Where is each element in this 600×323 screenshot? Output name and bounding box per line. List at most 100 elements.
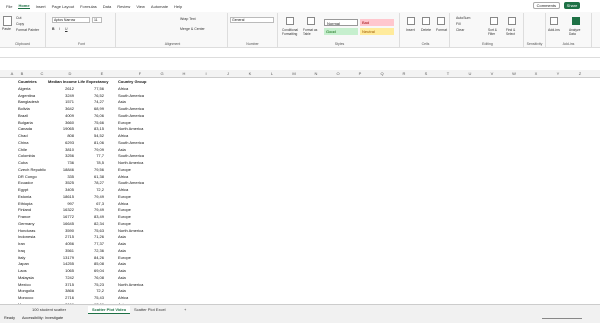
underline-button[interactable]: U	[65, 27, 68, 31]
italic-button[interactable]: I	[59, 27, 60, 31]
menu-page-layout[interactable]: Page Layout	[52, 4, 74, 9]
sheet-tab[interactable]: Scatter Plot Excel	[130, 306, 170, 314]
cut-button[interactable]: Cut	[16, 16, 21, 20]
status-bar: Ready Accessibility: Investigate	[0, 314, 600, 323]
style-good[interactable]: Good	[324, 28, 358, 35]
editing-group: AutoSum Fill Clear Sort & Filter Find & …	[452, 13, 524, 47]
font-size-select[interactable]: 11	[92, 17, 102, 23]
format-as-table-label[interactable]: Format as Table	[303, 28, 321, 36]
autosum-button[interactable]: AutoSum	[456, 16, 470, 20]
column-header[interactable]: U	[460, 70, 480, 78]
menu-file[interactable]: File	[6, 4, 12, 9]
styles-group-label: Styles	[334, 42, 345, 46]
column-header[interactable]: B	[12, 70, 32, 78]
alignment-group-label: Alignment	[164, 42, 181, 46]
accessibility-status[interactable]: Accessibility: Investigate	[22, 314, 63, 323]
fill-button[interactable]: Fill	[456, 22, 460, 26]
column-header[interactable]: I	[196, 70, 216, 78]
column-header[interactable]: N	[306, 70, 326, 78]
cells-group: Insert Delete Format Cells	[402, 13, 450, 47]
sheet-tab[interactable]: 100 student scatter	[28, 306, 70, 314]
format-as-table-icon[interactable]	[307, 17, 315, 25]
editing-group-label: Editing	[482, 42, 493, 46]
column-header[interactable]: Q	[372, 70, 392, 78]
merge-center-button[interactable]: Merge & Center	[180, 27, 205, 31]
column-header[interactable]: H	[174, 70, 194, 78]
comments-button[interactable]: Comments	[532, 2, 560, 9]
add-sheet-button[interactable]: +	[180, 306, 190, 314]
alignment-group: Wrap Text Merge & Center Alignment	[118, 13, 228, 47]
column-header[interactable]: G	[152, 70, 172, 78]
style-normal[interactable]: Normal	[324, 19, 358, 26]
column-header[interactable]: L	[262, 70, 282, 78]
column-header[interactable]: Z	[570, 70, 590, 78]
format-painter-button[interactable]: Format Painter	[16, 28, 39, 32]
addins-label[interactable]: Add-ins	[548, 28, 560, 32]
addins-group: Add-ins Analyze Data Add-ins	[546, 13, 592, 47]
format-cells-icon[interactable]	[437, 17, 445, 25]
addins-icon[interactable]	[550, 17, 558, 25]
column-header[interactable]: X	[526, 70, 546, 78]
column-headers: ABCDEFGHIJKLMNOPQRSTUVWXYZ	[0, 70, 600, 78]
column-header[interactable]: Y	[548, 70, 568, 78]
analyze-data-label[interactable]: Analyze Data	[569, 28, 585, 36]
menu-view[interactable]: View	[136, 4, 145, 9]
column-header[interactable]: V	[482, 70, 502, 78]
styles-group: Conditional Formatting Format as Table N…	[280, 13, 400, 47]
column-header[interactable]: K	[240, 70, 260, 78]
column-header[interactable]: J	[218, 70, 238, 78]
column-header[interactable]: P	[350, 70, 370, 78]
conditional-formatting-icon[interactable]	[286, 17, 294, 25]
format-cells-label[interactable]: Format	[436, 28, 447, 32]
column-header[interactable]: O	[328, 70, 348, 78]
paste-label[interactable]: Paste	[2, 27, 11, 31]
bold-button[interactable]: B	[52, 27, 55, 31]
insert-cells-label[interactable]: Insert	[406, 28, 415, 32]
sort-filter-icon[interactable]	[490, 17, 498, 25]
formula-bar[interactable]	[0, 48, 600, 58]
menu-home[interactable]: Home	[18, 3, 30, 9]
menu-review[interactable]: Review	[117, 4, 130, 9]
number-group: General Number	[228, 13, 278, 47]
menu-bar: File Home Insert Page Layout Formulas Data Rev…	[0, 0, 600, 12]
insert-cells-icon[interactable]	[407, 17, 415, 25]
sensitivity-group: Sensitivity	[524, 13, 546, 47]
sensitivity-group-label: Sensitivity	[526, 42, 543, 46]
find-select-icon[interactable]	[508, 17, 516, 25]
number-format-select[interactable]: General	[230, 17, 274, 23]
sheet-tab[interactable]: Scatter Plot Video	[88, 306, 131, 314]
menu-data[interactable]: Data	[103, 4, 111, 9]
style-bad[interactable]: Bad	[360, 19, 394, 26]
menu-help[interactable]: Help	[174, 4, 182, 9]
conditional-formatting-label[interactable]: Conditional Formatting	[282, 28, 300, 36]
sheet-tab-bar: 100 student scatter Scatter Plot Video Sca…	[0, 304, 600, 314]
column-header[interactable]: E	[92, 70, 112, 78]
copy-button[interactable]: Copy	[16, 22, 24, 26]
menu-formulas[interactable]: Formulas	[80, 4, 97, 9]
ribbon: Paste Cut Copy Format Painter Clipboard …	[0, 12, 600, 48]
find-select-label[interactable]: Find & Select	[506, 28, 522, 36]
column-header[interactable]: R	[394, 70, 414, 78]
menu-insert[interactable]: Insert	[36, 4, 46, 9]
column-header[interactable]: C	[32, 70, 52, 78]
zoom-slider[interactable]	[542, 318, 582, 319]
column-header[interactable]: W	[504, 70, 524, 78]
column-header[interactable]: T	[438, 70, 458, 78]
delete-cells-icon[interactable]	[422, 17, 430, 25]
number-group-label: Number	[246, 42, 259, 46]
paste-icon[interactable]	[3, 16, 12, 26]
menu-automate[interactable]: Automate	[151, 4, 168, 9]
column-header[interactable]: D	[60, 70, 80, 78]
addins-group-label: Add-ins	[562, 42, 575, 46]
column-header[interactable]: S	[416, 70, 436, 78]
style-neutral[interactable]: Neutral	[360, 28, 394, 35]
share-button[interactable]: Share	[564, 2, 580, 9]
sort-filter-label[interactable]: Sort & Filter	[488, 28, 502, 36]
column-header[interactable]: F	[130, 70, 150, 78]
analyze-data-icon[interactable]	[572, 17, 580, 25]
font-name-select[interactable]: Aptos Narrow	[52, 17, 90, 23]
delete-cells-label[interactable]: Delete	[421, 28, 431, 32]
wrap-text-button[interactable]: Wrap Text	[180, 17, 196, 21]
clear-button[interactable]: Clear	[456, 28, 464, 32]
column-header[interactable]: M	[284, 70, 304, 78]
